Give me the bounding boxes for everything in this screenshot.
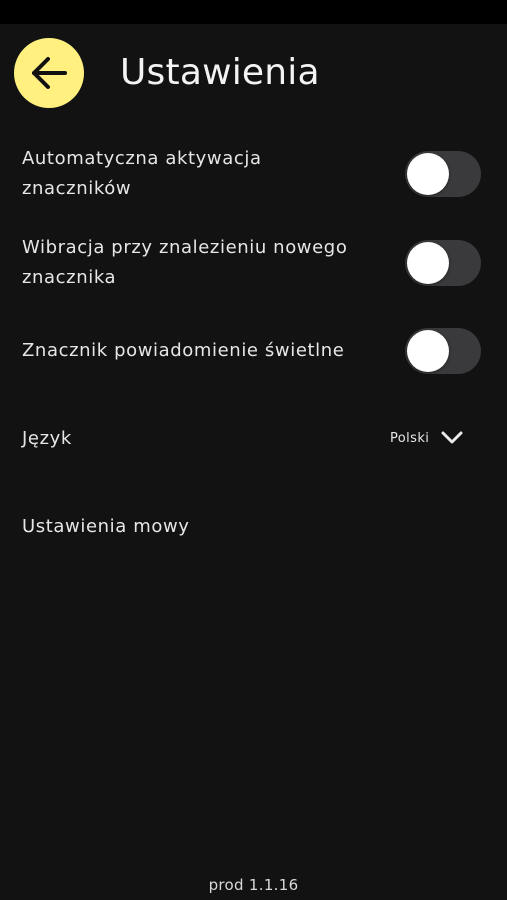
speech-settings-label[interactable]: Ustawienia mowy bbox=[22, 512, 372, 542]
language-label: Język bbox=[22, 428, 72, 449]
toggle-knob bbox=[407, 242, 449, 284]
back-button[interactable] bbox=[14, 38, 84, 108]
language-select[interactable]: Polski bbox=[380, 426, 480, 450]
auto-activation-toggle[interactable] bbox=[405, 151, 481, 197]
status-bar bbox=[0, 0, 507, 24]
page-title: Ustawienia bbox=[120, 52, 320, 93]
auto-activation-label: Automatyczna aktywacja znaczników bbox=[22, 144, 372, 204]
vibration-label-line1: Wibracja przy znalezieniu nowego bbox=[22, 237, 348, 258]
toggle-knob bbox=[407, 153, 449, 195]
arrow-left-icon bbox=[32, 57, 67, 89]
vibration-label-line2: znacznika bbox=[22, 267, 117, 288]
language-value: Polski bbox=[390, 430, 430, 446]
chevron-down-icon bbox=[441, 431, 463, 444]
app-version: prod 1.1.16 bbox=[208, 876, 299, 894]
light-notification-label: Znacznik powiadomienie świetlne bbox=[22, 340, 345, 361]
auto-activation-label-line1: Automatyczna aktywacja bbox=[22, 148, 262, 169]
vibration-toggle[interactable] bbox=[405, 240, 481, 286]
toggle-knob bbox=[407, 330, 449, 372]
light-notification-toggle[interactable] bbox=[405, 328, 481, 374]
vibration-label: Wibracja przy znalezieniu nowego znaczni… bbox=[22, 233, 372, 293]
auto-activation-label-line2: znaczników bbox=[22, 178, 132, 199]
